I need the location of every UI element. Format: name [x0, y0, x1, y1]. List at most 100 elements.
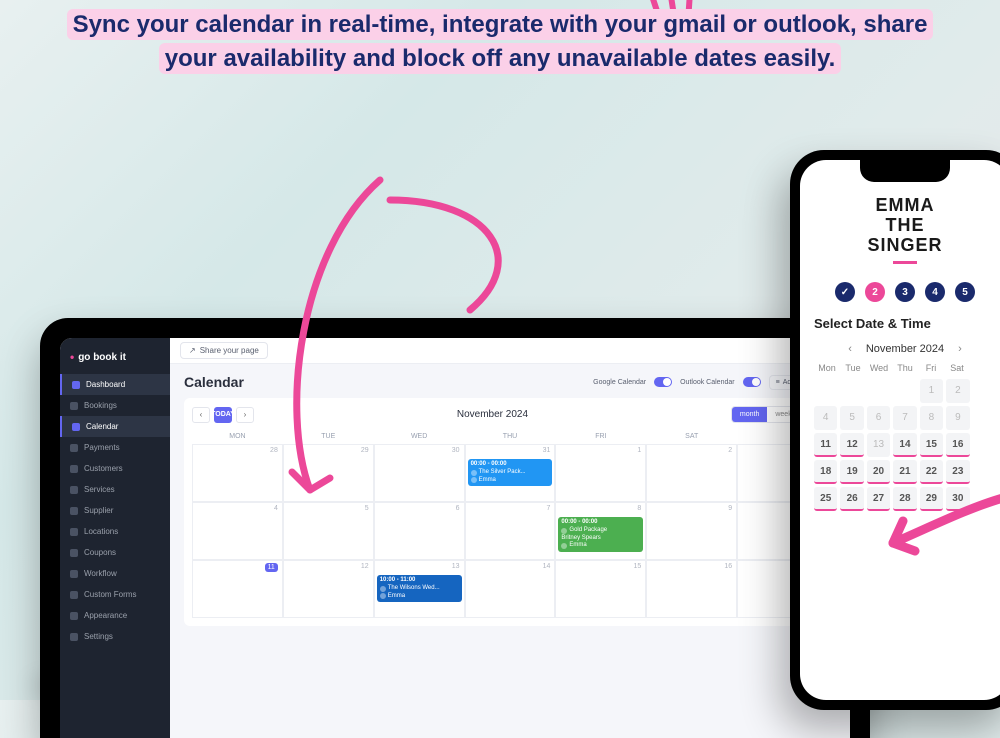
- calendar-cell[interactable]: 15: [555, 560, 646, 618]
- mini-date-cell[interactable]: 21: [893, 460, 916, 484]
- calendar-cell[interactable]: 4: [192, 502, 283, 560]
- mini-month-label: November 2024: [866, 343, 944, 355]
- mini-date-cell[interactable]: 12: [840, 433, 863, 457]
- mini-date-cell[interactable]: 13: [867, 433, 890, 457]
- calendar-cell[interactable]: 6: [374, 502, 465, 560]
- step-4[interactable]: 4: [925, 282, 945, 302]
- sidebar-item-dashboard[interactable]: Dashboard: [60, 374, 170, 395]
- nav-icon: [70, 570, 78, 578]
- calendar-cell[interactable]: 3100:00 - 00:00The Silver Pack...Emma: [465, 444, 556, 502]
- mini-date-cell[interactable]: 9: [946, 406, 969, 430]
- sidebar-item-services[interactable]: Services: [60, 479, 170, 500]
- person-icon: [561, 543, 567, 549]
- sidebar-item-locations[interactable]: Locations: [60, 521, 170, 542]
- next-month-button[interactable]: ›: [236, 407, 254, 423]
- phone-screen: EMMA THE SINGER ✓2345 Select Date & Time…: [800, 160, 1000, 700]
- calendar-cell[interactable]: 800:00 - 00:00Gold PackageBritney Spears…: [555, 502, 646, 560]
- day-header: WED: [374, 429, 465, 444]
- sidebar-item-coupons[interactable]: Coupons: [60, 542, 170, 563]
- mini-date-cell[interactable]: 8: [920, 406, 943, 430]
- app-logo: • go book it: [60, 346, 170, 374]
- mini-date-cell[interactable]: 18: [814, 460, 837, 484]
- prev-month-button[interactable]: ‹: [192, 407, 210, 423]
- nav-icon: [70, 486, 78, 494]
- calendar-cell[interactable]: 28: [192, 444, 283, 502]
- calendar-event[interactable]: 10:00 - 11:00The Wilsons Wed...Emma: [377, 575, 462, 602]
- google-calendar-toggle[interactable]: [654, 377, 672, 387]
- nav-icon: [70, 591, 78, 599]
- calendar-cell[interactable]: 29: [283, 444, 374, 502]
- sidebar-item-bookings[interactable]: Bookings: [60, 395, 170, 416]
- today-button[interactable]: TODAY: [214, 407, 232, 423]
- mini-date-cell[interactable]: 16: [946, 433, 969, 457]
- mini-next-button[interactable]: ›: [958, 343, 962, 355]
- mini-date-cell[interactable]: 7: [893, 406, 916, 430]
- person-icon: [471, 477, 477, 483]
- share-page-button[interactable]: ↗ Share your page: [180, 342, 268, 359]
- calendar-cell[interactable]: 30: [374, 444, 465, 502]
- step-2[interactable]: 2: [865, 282, 885, 302]
- event-icon: [380, 586, 386, 592]
- mini-date-cell[interactable]: 22: [920, 460, 943, 484]
- calendar-cell[interactable]: 12: [283, 560, 374, 618]
- sidebar-item-settings[interactable]: Settings: [60, 626, 170, 647]
- day-header: MON: [192, 429, 283, 444]
- mini-date-cell[interactable]: 25: [814, 487, 837, 511]
- mini-date-cell[interactable]: 28: [893, 487, 916, 511]
- calendar-event[interactable]: 00:00 - 00:00The Silver Pack...Emma: [468, 459, 553, 486]
- select-date-title: Select Date & Time: [814, 316, 996, 331]
- google-calendar-label: Google Calendar: [593, 379, 646, 386]
- sidebar-item-customers[interactable]: Customers: [60, 458, 170, 479]
- mini-date-cell[interactable]: 11: [814, 433, 837, 457]
- calendar-panel: ‹ TODAY › November 2024 month week day M…: [184, 398, 836, 626]
- sidebar-item-custom-forms[interactable]: Custom Forms: [60, 584, 170, 605]
- step-3[interactable]: 3: [895, 282, 915, 302]
- mini-date-cell[interactable]: 4: [814, 406, 837, 430]
- sidebar-item-workflow[interactable]: Workflow: [60, 563, 170, 584]
- outlook-calendar-toggle[interactable]: [743, 377, 761, 387]
- mini-date-cell[interactable]: 6: [867, 406, 890, 430]
- mini-prev-button[interactable]: ‹: [848, 343, 852, 355]
- mini-date-cell[interactable]: 29: [920, 487, 943, 511]
- mini-date-cell[interactable]: 14: [893, 433, 916, 457]
- mini-calendar-grid: 1245678911121314151618192021222325262728…: [814, 379, 996, 511]
- step-5[interactable]: 5: [955, 282, 975, 302]
- mini-date-cell[interactable]: 20: [867, 460, 890, 484]
- sidebar-item-appearance[interactable]: Appearance: [60, 605, 170, 626]
- sidebar-item-supplier[interactable]: Supplier: [60, 500, 170, 521]
- mini-day-header: Sat: [944, 363, 970, 373]
- mini-date-cell[interactable]: 5: [840, 406, 863, 430]
- calendar-cell[interactable]: 7: [465, 502, 556, 560]
- mini-day-header: Thu: [892, 363, 918, 373]
- mini-date-cell[interactable]: 23: [946, 460, 969, 484]
- view-tab-month[interactable]: month: [732, 407, 767, 422]
- sidebar: • go book it DashboardBookingsCalendarPa…: [60, 338, 170, 738]
- calendar-cell[interactable]: 2: [646, 444, 737, 502]
- mini-date-cell[interactable]: 1: [920, 379, 943, 403]
- calendar-cell[interactable]: 11: [192, 560, 283, 618]
- sidebar-item-payments[interactable]: Payments: [60, 437, 170, 458]
- mini-date-cell[interactable]: 15: [920, 433, 943, 457]
- day-header: TUE: [283, 429, 374, 444]
- filter-icon: ≡: [776, 379, 780, 386]
- mini-date-cell[interactable]: 27: [867, 487, 890, 511]
- calendar-cell[interactable]: 9: [646, 502, 737, 560]
- event-icon: [561, 528, 567, 534]
- mini-date-cell[interactable]: 26: [840, 487, 863, 511]
- calendar-cell[interactable]: 1310:00 - 11:00The Wilsons Wed...Emma: [374, 560, 465, 618]
- calendar-event[interactable]: 00:00 - 00:00Gold PackageBritney SpearsE…: [558, 517, 643, 552]
- calendar-cell[interactable]: 14: [465, 560, 556, 618]
- event-icon: [471, 470, 477, 476]
- mini-date-cell[interactable]: 19: [840, 460, 863, 484]
- sidebar-item-calendar[interactable]: Calendar: [60, 416, 170, 437]
- headline-banner: Sync your calendar in real-time, integra…: [60, 8, 940, 75]
- nav-icon: [70, 612, 78, 620]
- calendar-cell[interactable]: 16: [646, 560, 737, 618]
- calendar-cell[interactable]: 5: [283, 502, 374, 560]
- mini-day-header: Mon: [814, 363, 840, 373]
- mini-date-cell[interactable]: 2: [946, 379, 969, 403]
- step-✓[interactable]: ✓: [835, 282, 855, 302]
- calendar-cell[interactable]: 1: [555, 444, 646, 502]
- mini-date-cell[interactable]: 30: [946, 487, 969, 511]
- nav-icon: [70, 528, 78, 536]
